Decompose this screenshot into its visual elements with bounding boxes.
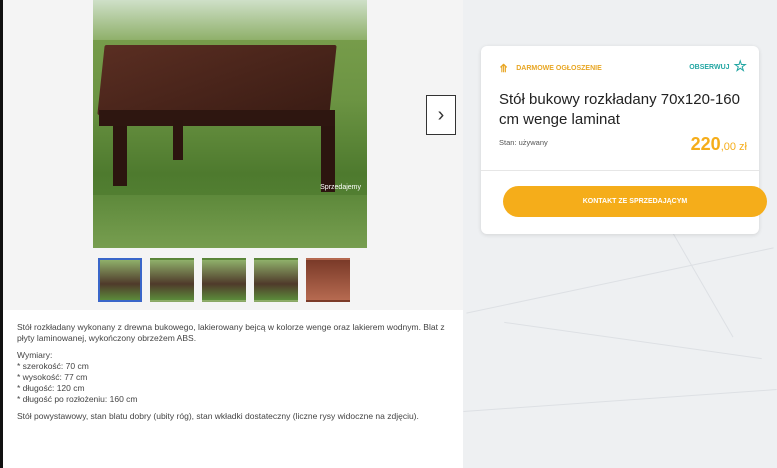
chevron-right-icon: › — [437, 103, 445, 126]
description: Stół rozkładany wykonany z drewna bukowe… — [17, 322, 447, 428]
thumbnail[interactable] — [150, 258, 194, 302]
thumbnail-strip — [98, 258, 350, 302]
price-main: 220 — [690, 134, 721, 154]
dim-line: * długość po rozłożeniu: 160 cm — [17, 394, 138, 404]
dim-line: * szerokość: 70 cm — [17, 361, 89, 371]
condition-note: Stół powystawowy, stan blatu dobry (ubit… — [17, 411, 419, 421]
photo-background — [93, 0, 367, 40]
map-road — [466, 247, 774, 314]
badge-label: DARMOWE OGŁOSZENIE — [516, 65, 602, 72]
price-rest: ,00 zł — [720, 141, 747, 153]
thumbnail[interactable] — [202, 258, 246, 302]
table-edge — [99, 110, 335, 126]
divider — [481, 170, 759, 171]
thumbnail[interactable] — [306, 258, 350, 302]
contact-seller-button[interactable]: KONTAKT ZE SPRZEDAJĄCYM — [503, 186, 767, 217]
next-photo-button[interactable]: › — [426, 95, 456, 135]
description-intro: Stół rozkładany wykonany z drewna bukowe… — [17, 322, 445, 343]
offer-title: Stół bukowy rozkładany 70x120-160 cm wen… — [499, 91, 740, 128]
condition-label: Stan: używany — [499, 138, 548, 147]
dim-line: * długość: 120 cm — [17, 383, 85, 393]
star-icon: ☆ — [733, 58, 747, 75]
table-leg — [321, 126, 335, 192]
map-road — [463, 389, 777, 412]
table-leg — [173, 120, 183, 160]
dims-title: Wymiary: — [17, 350, 53, 360]
table-top — [97, 45, 337, 115]
pin-icon: ⤊ — [499, 63, 509, 75]
photo-blur — [93, 195, 367, 248]
thumbnail[interactable] — [98, 258, 142, 302]
watermark: Sprzedajemy — [320, 184, 361, 191]
thumbnail[interactable] — [254, 258, 298, 302]
offer-card: ⤊ DARMOWE OGŁOSZENIE OBSERWUJ ☆ Stół buk… — [481, 46, 767, 234]
free-ad-badge: ⤊ DARMOWE OGŁOSZENIE — [499, 62, 602, 75]
listing-main: Sprzedajemy › Stół rozkładany wykonany z… — [3, 0, 463, 468]
main-photo[interactable]: Sprzedajemy — [93, 0, 367, 248]
dim-line: * wysokość: 77 cm — [17, 372, 88, 382]
map-road — [504, 321, 762, 360]
watch-button[interactable]: OBSERWUJ ☆ — [689, 58, 747, 75]
sidebar: ⤊ DARMOWE OGŁOSZENIE OBSERWUJ ☆ Stół buk… — [463, 0, 777, 468]
price: 220,00 zł — [691, 134, 747, 155]
watch-label: OBSERWUJ — [689, 63, 730, 71]
table-leg — [113, 126, 127, 186]
